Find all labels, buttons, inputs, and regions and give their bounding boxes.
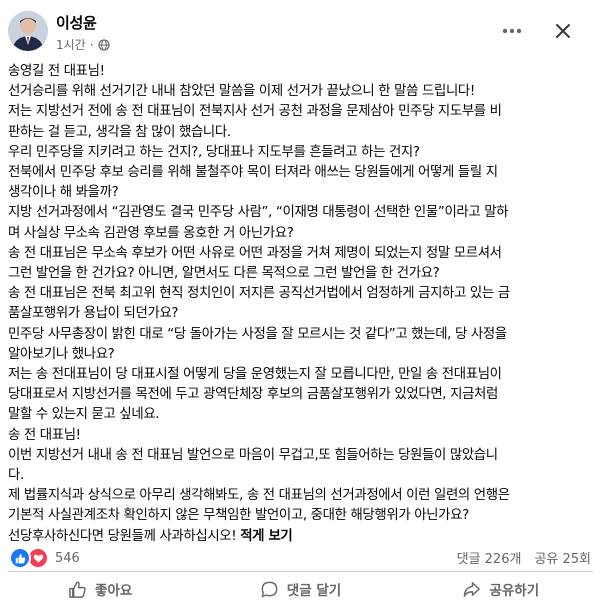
body-line: 그런 발언을 한 건가요? 아니면, 알면서도 다른 목적으로 그런 발언을 한…: [8, 266, 440, 282]
share-button[interactable]: 공유하기: [401, 571, 601, 607]
body-line: 다.: [8, 468, 24, 484]
share-icon: [464, 581, 481, 597]
like-label: 좋아요: [95, 583, 133, 599]
meta-separator: ·: [89, 37, 94, 52]
engagement-stats: 댓글 226개 공유 25회: [457, 548, 591, 567]
body-line: 민주당 사무총장이 밝힌 대로 “당 돌아가는 사정을 잘 모르시는 것 같다”…: [8, 326, 507, 342]
body-last-text: 선당후사하신다면 당원들께 사과하십시오!: [8, 528, 237, 544]
like-button[interactable]: 좋아요: [0, 571, 200, 607]
body-line: 며 사실상 무소속 김관영 후보를 옹호한 거 아닌가요?: [8, 225, 294, 241]
author-name[interactable]: 이성윤: [56, 12, 97, 33]
post-time[interactable]: 1시간: [56, 36, 86, 53]
body-line: 우리 민주당을 지키려고 하는 건지?, 당대표나 지도부를 흔들려고 하는 건…: [8, 144, 420, 160]
action-bar: 좋아요 댓글 달기 공유하기: [0, 571, 601, 607]
reaction-count: 546: [55, 550, 80, 566]
body-line: 알아보기나 했나요?: [8, 346, 115, 362]
comment-button[interactable]: 댓글 달기: [200, 571, 400, 607]
body-line: 송 전 대표님!: [8, 427, 81, 443]
reaction-stats: 546 댓글 226개 공유 25회: [0, 543, 601, 571]
body-line: 품살포행위가 용납이 되던가요?: [8, 306, 179, 322]
body-line: 전북에서 민주당 후보 승리를 위해 불철주야 목이 터져라 애쓰는 당원들에게…: [8, 165, 498, 181]
body-line: 지방 선거과정에서 “김관영도 결국 민주당 사람”, “이재명 대통령이 선택…: [8, 205, 509, 221]
share-count[interactable]: 공유 25회: [534, 548, 591, 567]
avatar[interactable]: [8, 11, 48, 51]
comment-count[interactable]: 댓글 226개: [457, 548, 522, 567]
globe-icon: [97, 38, 110, 51]
more-icon[interactable]: [497, 16, 527, 46]
body-line: 송영길 전 대표님!: [8, 64, 105, 79]
body-line: 판하는 걸 듣고, 생각을 참 많이 했습니다.: [8, 124, 231, 140]
body-line: 송 전 대표님은 무소속 후보가 어떤 사유로 어떤 과정을 거쳐 제명이 되었…: [8, 245, 502, 261]
body-line: 선거승리를 위해 선거기간 내내 참았던 말씀을 이제 선거가 끝났으니 한 말…: [8, 84, 475, 100]
body-line: 말할 수 있는지 묻고 싶네요.: [8, 407, 160, 423]
comment-icon: [261, 581, 278, 597]
body-line: 생각이나 해 봐을까?: [8, 185, 119, 201]
comment-label: 댓글 달기: [286, 583, 342, 599]
body-line: 저는 송 전대표님이 당 대표시절 어떻게 당을 운영했는지 잘 모릅니다만, …: [8, 367, 502, 383]
like-icon: [9, 547, 31, 569]
body-line: 당대표로서 지방선거를 목전에 두고 광역단체장 후보의 금품살포행위가 있었다…: [8, 387, 498, 403]
body-line: 저는 지방선거 전에 송 전 대표님이 전북지사 선거 공천 과정을 문제삼아 …: [8, 104, 502, 120]
post-meta: 1시간 ·: [56, 36, 110, 53]
see-less-link[interactable]: 적게 보기: [240, 529, 293, 544]
post-body: 송영길 전 대표님! 선거승리를 위해 선거기간 내내 참았던 말씀을 이제 선…: [8, 62, 592, 547]
thumbs-up-icon: [69, 581, 86, 598]
body-line: 송 전 대표님은 전북 최고위 현직 정치인이 저지른 공직선거법에서 엄정하게…: [8, 286, 510, 302]
post-header: 이성윤 1시간 ·: [0, 0, 601, 62]
body-line: 기본적 사실관계조차 확인하지 않은 무책임한 발언이고, 중대한 해당행위가 …: [8, 508, 469, 524]
reaction-summary[interactable]: 546: [9, 547, 80, 569]
body-line: 제 법률지식과 상식으로 아무리 생각해봐도, 송 전 대표님의 선거과정에서 …: [8, 488, 510, 504]
close-icon[interactable]: [548, 16, 578, 46]
body-line: 이번 지방선거 내내 송 전 대표님 발언으로 마음이 무겁고,또 힘들어하는 …: [8, 447, 498, 463]
share-label: 공유하기: [489, 583, 540, 599]
